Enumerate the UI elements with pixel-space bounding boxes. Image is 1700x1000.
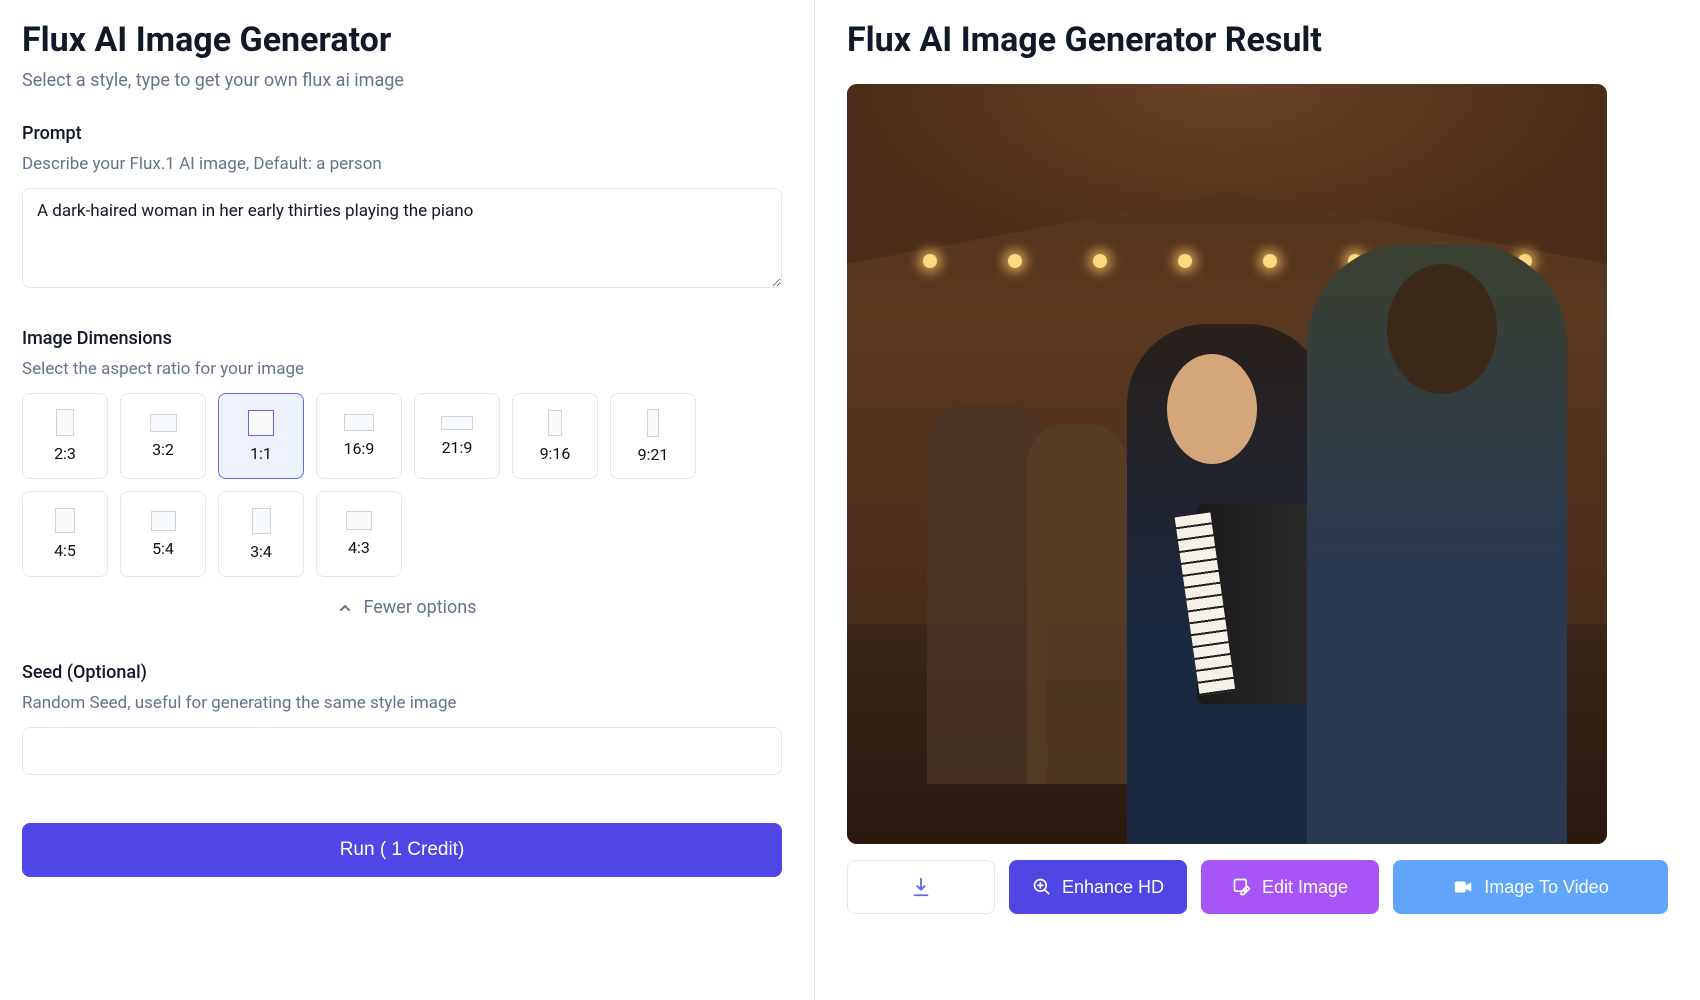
aspect-shape-icon (56, 409, 74, 436)
aspect-option-3-2[interactable]: 3:2 (120, 393, 206, 479)
edit-image-icon (1232, 877, 1252, 897)
aspect-label: 9:21 (638, 445, 669, 464)
aspect-label: 1:1 (250, 444, 272, 463)
aspect-label: 3:2 (152, 440, 174, 459)
aspect-shape-icon (441, 416, 473, 430)
aspect-label: 4:3 (348, 538, 370, 557)
fewer-options-toggle[interactable]: Fewer options (22, 597, 792, 618)
prompt-input[interactable] (22, 188, 782, 288)
aspect-shape-icon (150, 414, 177, 432)
aspect-shape-icon (151, 511, 176, 531)
aspect-shape-icon (346, 511, 372, 530)
prompt-desc: Describe your Flux.1 AI image, Default: … (22, 154, 792, 174)
fewer-options-label: Fewer options (363, 597, 476, 618)
aspect-option-9-16[interactable]: 9:16 (512, 393, 598, 479)
enhance-button[interactable]: Enhance HD (1009, 860, 1187, 914)
video-button[interactable]: Image To Video (1393, 860, 1668, 914)
aspect-ratio-grid: 2:3 3:2 1:1 16:9 21:9 9:16 9:21 4:5 5:4 3:4 4:3 (22, 393, 792, 577)
aspect-option-4-3[interactable]: 4:3 (316, 491, 402, 577)
aspect-shape-icon (248, 410, 274, 436)
seed-desc: Random Seed, useful for generating the s… (22, 693, 792, 713)
aspect-option-16-9[interactable]: 16:9 (316, 393, 402, 479)
enhance-label: Enhance HD (1062, 877, 1164, 898)
chevron-up-icon (337, 600, 353, 616)
aspect-option-5-4[interactable]: 5:4 (120, 491, 206, 577)
prompt-label: Prompt (22, 123, 792, 144)
aspect-label: 3:4 (250, 542, 272, 561)
aspect-label: 2:3 (54, 444, 76, 463)
download-icon (910, 876, 932, 898)
aspect-shape-icon (344, 414, 374, 431)
aspect-option-1-1[interactable]: 1:1 (218, 393, 304, 479)
aspect-option-3-4[interactable]: 3:4 (218, 491, 304, 577)
result-panel: Flux AI Image Generator Result Enhance H… (815, 0, 1700, 1000)
dimensions-label: Image Dimensions (22, 328, 792, 349)
result-title: Flux AI Image Generator Result (847, 20, 1668, 60)
aspect-shape-icon (252, 508, 271, 534)
aspect-shape-icon (548, 410, 562, 436)
dimensions-desc: Select the aspect ratio for your image (22, 359, 792, 379)
seed-input[interactable] (22, 727, 782, 775)
run-button[interactable]: Run ( 1 Credit) (22, 823, 782, 877)
aspect-shape-icon (55, 508, 75, 533)
aspect-shape-icon (647, 409, 659, 437)
seed-label: Seed (Optional) (22, 662, 792, 683)
aspect-label: 5:4 (152, 539, 174, 558)
aspect-label: 4:5 (54, 541, 76, 560)
aspect-label: 16:9 (344, 439, 375, 458)
generator-panel: Flux AI Image Generator Select a style, … (0, 0, 815, 1000)
zoom-in-icon (1032, 877, 1052, 897)
video-icon (1452, 876, 1474, 898)
result-image (847, 84, 1607, 844)
edit-label: Edit Image (1262, 877, 1348, 898)
download-button[interactable] (847, 860, 995, 914)
aspect-option-2-3[interactable]: 2:3 (22, 393, 108, 479)
aspect-option-21-9[interactable]: 21:9 (414, 393, 500, 479)
edit-button[interactable]: Edit Image (1201, 860, 1379, 914)
page-subtitle: Select a style, type to get your own flu… (22, 70, 792, 91)
aspect-label: 9:16 (540, 444, 571, 463)
page-title: Flux AI Image Generator (22, 20, 792, 60)
aspect-option-9-21[interactable]: 9:21 (610, 393, 696, 479)
aspect-label: 21:9 (442, 438, 473, 457)
video-label: Image To Video (1484, 877, 1608, 898)
result-actions: Enhance HD Edit Image Image To Video (847, 860, 1668, 914)
aspect-option-4-5[interactable]: 4:5 (22, 491, 108, 577)
